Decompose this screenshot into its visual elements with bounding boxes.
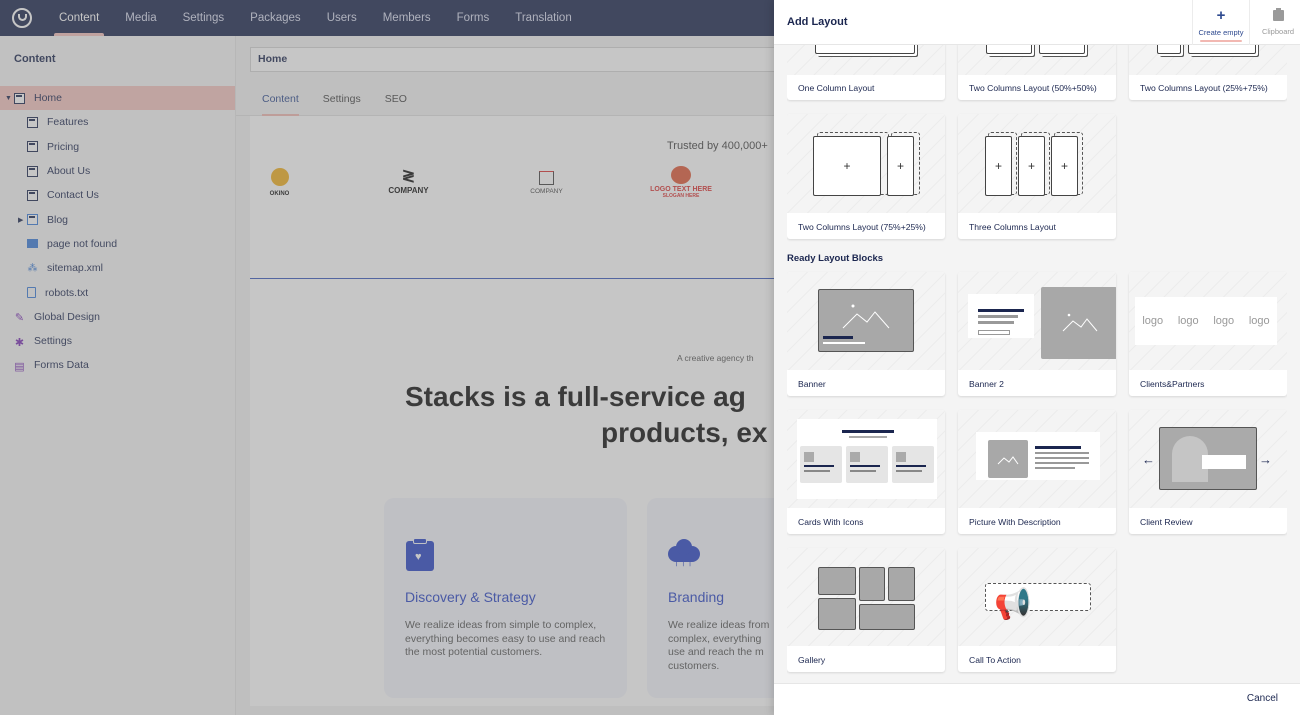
image-placeholder-icon [988, 440, 1028, 478]
layout-thumbnail: + + + [958, 114, 1116, 213]
layout-label: Two Columns Layout (75%+25%) [798, 222, 926, 232]
add-column-plus: + [1051, 136, 1078, 196]
panel-title: Add Layout [787, 16, 848, 28]
image-placeholder-icon [859, 604, 915, 630]
layout-label: Three Columns Layout [969, 222, 1056, 232]
clipboard-label: Clipboard [1261, 26, 1295, 36]
clipboard-button[interactable]: Clipboard [1249, 0, 1300, 45]
logo-placeholder: logo [1177, 315, 1199, 327]
block-thumbnail [787, 272, 945, 370]
plus-icon: + [1216, 7, 1226, 24]
block-thumbnail [787, 548, 945, 646]
add-column-plus: + [1018, 136, 1045, 196]
block-thumbnail [958, 410, 1116, 508]
arrow-right-icon: → [1259, 452, 1272, 467]
block-client-review[interactable]: ← → Client Review [1129, 410, 1287, 534]
block-label: Cards With Icons [798, 517, 864, 527]
layout-two-columns-25-75[interactable]: Two Columns Layout (25%+75%) [1129, 45, 1287, 100]
block-picture-with-description[interactable]: Picture With Description [958, 410, 1116, 534]
panel-header: Add Layout + Create empty Clipboard [774, 0, 1300, 45]
block-thumbnail: logo logo logo logo [1129, 272, 1287, 370]
block-thumbnail: ← → [1129, 410, 1287, 508]
layout-thumbnail [787, 45, 945, 75]
app-window: Content Media Settings Packages Users Me… [0, 0, 1300, 715]
block-clients-partners[interactable]: logo logo logo logo Clients&Partners [1129, 272, 1287, 396]
layout-one-column[interactable]: One Column Layout [787, 45, 945, 100]
block-label: Gallery [798, 655, 826, 665]
layout-two-columns-75-25[interactable]: + + Two Columns Layout (75%+25%) [787, 114, 945, 239]
layout-thumbnail [958, 45, 1116, 75]
image-placeholder-icon [818, 598, 856, 630]
block-banner[interactable]: Banner [787, 272, 945, 396]
block-thumbnail: 📢 [958, 548, 1116, 646]
block-cards-with-icons[interactable]: Cards With Icons [787, 410, 945, 534]
logo-placeholder: logo [1248, 315, 1270, 327]
layout-thumbnail [1129, 45, 1287, 75]
image-placeholder-icon [818, 567, 856, 595]
block-label: Banner [798, 379, 826, 389]
image-placeholder-icon [859, 567, 885, 601]
arrow-left-icon: ← [1142, 452, 1155, 467]
block-gallery[interactable]: Gallery [787, 548, 945, 672]
layout-grid: One Column Layout Two Columns Layout (50… [787, 45, 1287, 675]
layout-label: One Column Layout [798, 83, 875, 93]
image-placeholder-icon [888, 567, 915, 601]
image-placeholder-icon [1041, 287, 1116, 359]
block-label: Banner 2 [969, 379, 1004, 389]
modal-backdrop[interactable] [0, 0, 776, 715]
add-column-plus: + [985, 136, 1012, 196]
block-label: Clients&Partners [1140, 379, 1205, 389]
add-layout-panel: Add Layout + Create empty Clipboard One … [774, 0, 1300, 715]
logo-placeholder: logo [1213, 315, 1235, 327]
block-thumbnail [787, 410, 945, 508]
layout-label: Two Columns Layout (50%+50%) [969, 83, 1097, 93]
block-call-to-action[interactable]: 📢 Call To Action [958, 548, 1116, 672]
block-label: Client Review [1140, 517, 1193, 527]
layout-thumbnail: + + [787, 114, 945, 213]
create-empty-button[interactable]: + Create empty [1192, 0, 1249, 45]
layout-label: Two Columns Layout (25%+75%) [1140, 83, 1268, 93]
block-label: Picture With Description [969, 517, 1061, 527]
megaphone-icon: 📢 [994, 588, 1032, 621]
cancel-button[interactable]: Cancel [1247, 693, 1278, 704]
layout-three-columns[interactable]: + + + Three Columns Layout [958, 114, 1116, 239]
panel-footer: Cancel [774, 683, 1300, 715]
create-empty-label: Create empty [1198, 28, 1244, 37]
add-column-plus: + [813, 136, 881, 196]
block-thumbnail [958, 272, 1116, 370]
layout-two-columns-50-50[interactable]: Two Columns Layout (50%+50%) [958, 45, 1116, 100]
add-column-plus: + [887, 136, 914, 196]
logo-placeholder: logo [1142, 315, 1164, 327]
block-label: Call To Action [969, 655, 1021, 665]
clipboard-icon [1272, 7, 1284, 21]
section-title-ready-blocks: Ready Layout Blocks [787, 253, 884, 264]
block-banner-2[interactable]: Banner 2 [958, 272, 1116, 396]
